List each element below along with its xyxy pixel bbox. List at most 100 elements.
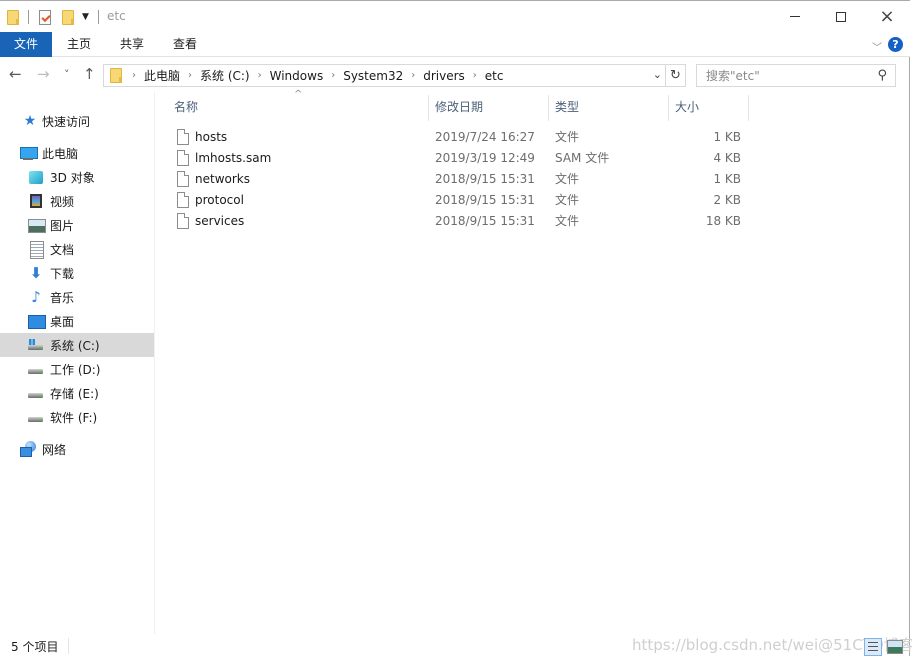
sidebar-item-label: 下载 bbox=[50, 266, 75, 281]
customize-dropdown-icon[interactable]: ▼ bbox=[82, 8, 89, 26]
sidebar-item-label: 快速访问 bbox=[42, 114, 91, 129]
sidebar-item-3d-objects[interactable]: 3D 对象 bbox=[0, 165, 154, 189]
sidebar-item-downloads[interactable]: ⬇ 下载 bbox=[0, 261, 154, 285]
toolbar-separator bbox=[28, 8, 29, 26]
breadcrumb-this-pc[interactable]: 此电脑 bbox=[144, 67, 180, 84]
breadcrumb-etc[interactable]: etc bbox=[485, 69, 504, 83]
breadcrumb-windows[interactable]: Windows bbox=[270, 69, 324, 83]
recent-locations-button[interactable]: ˅ bbox=[64, 68, 70, 81]
breadcrumb: › 此电脑 › 系统 (C:) › Windows › System32 › d… bbox=[128, 67, 503, 84]
file-date: 2019/7/24 16:27 bbox=[435, 130, 535, 144]
breadcrumb-system-c[interactable]: 系统 (C:) bbox=[200, 67, 250, 84]
help-icon[interactable]: ? bbox=[888, 37, 903, 52]
address-history-dropdown-icon[interactable]: ⌄ bbox=[653, 68, 662, 81]
column-divider[interactable] bbox=[748, 95, 749, 121]
documents-icon bbox=[28, 241, 44, 259]
file-row[interactable]: services 2018/9/15 15:31 文件 18 KB bbox=[156, 211, 756, 232]
sidebar-item-work-d[interactable]: 工作 (D:) bbox=[0, 357, 154, 381]
file-explorer-window: ▼ etc × 文件 主页 共享 查看 ﹀ ? ← → ˅ ↑ › 此电脑 › … bbox=[0, 0, 912, 656]
sidebar-item-label: 工作 (D:) bbox=[50, 362, 101, 377]
file-date: 2018/9/15 15:31 bbox=[435, 214, 535, 228]
breadcrumb-separator-icon[interactable]: › bbox=[411, 70, 415, 81]
file-type: 文件 bbox=[555, 214, 580, 228]
file-size: 2 KB bbox=[713, 193, 741, 207]
sidebar-item-label: 网络 bbox=[42, 442, 67, 457]
file-icon bbox=[177, 150, 189, 166]
maximize-icon bbox=[836, 11, 846, 22]
sidebar-item-videos[interactable]: 视频 bbox=[0, 189, 154, 213]
breadcrumb-separator-icon[interactable]: › bbox=[132, 70, 136, 81]
sidebar-item-desktop[interactable]: 桌面 bbox=[0, 309, 154, 333]
breadcrumb-separator-icon[interactable]: › bbox=[258, 70, 262, 81]
breadcrumb-separator-icon[interactable]: › bbox=[331, 70, 335, 81]
minimize-button[interactable] bbox=[772, 1, 818, 32]
sidebar-item-pictures[interactable]: 图片 bbox=[0, 213, 154, 237]
sidebar-item-label: 图片 bbox=[50, 218, 75, 233]
breadcrumb-system32[interactable]: System32 bbox=[343, 69, 403, 83]
tab-home[interactable]: 主页 bbox=[60, 32, 98, 57]
sidebar-item-label: 文档 bbox=[50, 242, 75, 257]
sidebar-item-this-pc[interactable]: 此电脑 bbox=[0, 141, 154, 165]
search-input[interactable]: 搜索"etc" ⚲ bbox=[696, 64, 896, 87]
sidebar-item-label: 存储 (E:) bbox=[50, 386, 99, 401]
tab-file[interactable]: 文件 bbox=[0, 32, 52, 57]
column-header-size[interactable]: 大小 bbox=[668, 92, 748, 122]
drive-icon bbox=[28, 409, 44, 425]
sidebar-item-label: 视频 bbox=[50, 194, 75, 209]
refresh-icon: ↻ bbox=[670, 68, 681, 83]
sidebar-item-quick-access[interactable]: ★ 快速访问 bbox=[0, 109, 154, 133]
file-row[interactable]: hosts 2019/7/24 16:27 文件 1 KB bbox=[156, 127, 756, 148]
search-icon[interactable]: ⚲ bbox=[877, 68, 887, 83]
forward-button[interactable]: → bbox=[37, 65, 50, 83]
sidebar-item-system-c[interactable]: 系统 (C:) bbox=[0, 333, 154, 357]
desktop-icon bbox=[28, 313, 46, 329]
sidebar-item-music[interactable]: ♪ 音乐 bbox=[0, 285, 154, 309]
file-icon bbox=[177, 213, 189, 229]
music-icon: ♪ bbox=[31, 288, 41, 306]
sidebar-item-software-f[interactable]: 软件 (F:) bbox=[0, 405, 154, 429]
column-header-date[interactable]: 修改日期 bbox=[428, 92, 548, 122]
close-button[interactable]: × bbox=[864, 1, 910, 32]
file-row[interactable]: networks 2018/9/15 15:31 文件 1 KB bbox=[156, 169, 756, 190]
new-folder-icon[interactable] bbox=[62, 8, 74, 26]
tab-share[interactable]: 共享 bbox=[113, 32, 151, 57]
file-size: 18 KB bbox=[705, 214, 741, 228]
breadcrumb-separator-icon[interactable]: › bbox=[473, 70, 477, 81]
computer-icon bbox=[20, 145, 38, 161]
breadcrumb-separator-icon[interactable]: › bbox=[188, 70, 192, 81]
file-type: 文件 bbox=[555, 130, 580, 144]
sidebar-item-storage-e[interactable]: 存储 (E:) bbox=[0, 381, 154, 405]
file-row[interactable]: protocol 2018/9/15 15:31 文件 2 KB bbox=[156, 190, 756, 211]
up-button[interactable]: ↑ bbox=[83, 65, 96, 83]
file-icon bbox=[177, 192, 189, 208]
file-size: 1 KB bbox=[713, 172, 741, 186]
sidebar-item-documents[interactable]: 文档 bbox=[0, 237, 154, 261]
refresh-button[interactable]: ↻ bbox=[666, 64, 686, 87]
toolbar-separator bbox=[98, 8, 99, 26]
3d-objects-icon bbox=[28, 169, 44, 185]
folder-icon bbox=[7, 8, 19, 26]
file-date: 2019/3/19 12:49 bbox=[435, 151, 535, 165]
folder-icon bbox=[110, 68, 122, 83]
maximize-button[interactable] bbox=[818, 1, 864, 32]
sidebar-item-label: 3D 对象 bbox=[50, 170, 95, 185]
tab-view[interactable]: 查看 bbox=[166, 32, 204, 57]
breadcrumb-drivers[interactable]: drivers bbox=[423, 69, 465, 83]
network-icon bbox=[20, 441, 36, 457]
file-row[interactable]: lmhosts.sam 2019/3/19 12:49 SAM 文件 4 KB bbox=[156, 148, 756, 169]
back-button[interactable]: ← bbox=[9, 65, 22, 83]
file-name: protocol bbox=[195, 193, 244, 207]
column-header-type[interactable]: 类型 bbox=[548, 92, 668, 122]
file-type: 文件 bbox=[555, 193, 580, 207]
expand-ribbon-icon[interactable]: ﹀ bbox=[872, 39, 882, 54]
column-header-name[interactable]: 名称 bbox=[167, 92, 427, 122]
large-icons-view-icon[interactable] bbox=[887, 640, 903, 654]
file-date: 2018/9/15 15:31 bbox=[435, 193, 535, 207]
properties-icon[interactable] bbox=[39, 8, 51, 26]
sidebar-item-network[interactable]: 网络 bbox=[0, 437, 154, 461]
status-divider bbox=[68, 638, 69, 654]
details-view-icon[interactable] bbox=[864, 638, 882, 656]
sidebar-item-label: 音乐 bbox=[50, 290, 75, 305]
address-bar[interactable]: › 此电脑 › 系统 (C:) › Windows › System32 › d… bbox=[103, 64, 666, 87]
file-size: 4 KB bbox=[713, 151, 741, 165]
